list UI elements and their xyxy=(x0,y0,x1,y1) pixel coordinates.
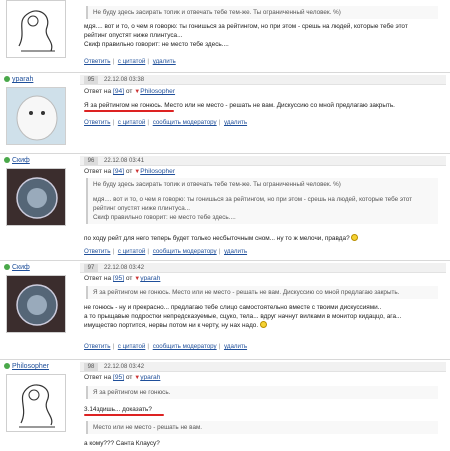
post-actions: Ответить | с цитатой | сообщить модератору… xyxy=(84,119,248,126)
user-icon xyxy=(4,157,10,163)
red-underline-annotation xyxy=(84,414,164,416)
post-date: 22.12.08 03:41 xyxy=(104,158,145,164)
reply-link[interactable]: Ответить xyxy=(84,119,110,126)
quote-text: мдя.... вот и то, о чем я говорю: ты гон… xyxy=(93,196,413,203)
orb-avatar-image xyxy=(7,276,65,332)
reply-quote-link[interactable]: с цитатой xyxy=(118,119,146,126)
reply-to-line: Ответ на [94] от ▼Philosopher xyxy=(84,168,176,175)
post-text: 3.14здишь... доказать? xyxy=(84,406,152,413)
avatar xyxy=(6,374,66,432)
reply-to-post-link[interactable]: [95] xyxy=(113,275,124,282)
post-text-line: рейтинг опустят ниже плинтуса... xyxy=(84,32,183,39)
delete-link[interactable]: удалить xyxy=(224,248,247,255)
reply-link[interactable]: Ответить xyxy=(84,58,110,65)
post-top: Не буду здесь засирать топик и отвечать … xyxy=(0,0,450,72)
reply-quote-link[interactable]: с цитатой xyxy=(118,343,146,350)
quote-block: Не буду здесь засирать топик и отвечать … xyxy=(86,178,438,224)
post-text-line: мдя.... вот и то, о чем я говорю: ты гон… xyxy=(84,23,408,30)
reply-to-user-link[interactable]: Philosopher xyxy=(140,88,175,95)
post-number[interactable]: 96 xyxy=(84,157,98,165)
avatar xyxy=(6,168,66,226)
post-text: по ходу рейт для него теперь будет тольк… xyxy=(84,234,440,243)
reply-to-user-link[interactable]: yparah xyxy=(140,275,160,282)
sketch-avatar-image xyxy=(18,10,55,52)
reply-link[interactable]: Ответить xyxy=(84,343,110,350)
reply-to-post-link[interactable]: [95] xyxy=(113,374,124,381)
post-date: 22.12.08 03:38 xyxy=(104,77,145,83)
reply-to-line: Ответ на [94] от ▼Philosopher xyxy=(84,88,176,95)
post-text: мдя.... вот и то, о чем я говорю: ты гон… xyxy=(84,22,440,49)
quote-text: Скиф правильно говорит: не место тебе зд… xyxy=(93,214,236,221)
post-98: Philosopher 98 22.12.08 03:42 Ответ на [… xyxy=(0,360,450,451)
username[interactable]: yparah xyxy=(4,76,33,83)
delete-link[interactable]: удалить xyxy=(224,119,247,126)
quote-block: Я за рейтингом не гонюсь. Место или не м… xyxy=(86,286,438,299)
reply-quote-link[interactable]: с цитатой xyxy=(118,248,146,255)
reply-to-post-link[interactable]: [94] xyxy=(113,88,124,95)
post-96: Скиф 96 22.12.08 03:41 Ответ на [94] от … xyxy=(0,154,450,260)
orb-avatar-image xyxy=(7,169,65,225)
post-number[interactable]: 98 xyxy=(84,363,98,371)
post-text: а кому??? Санта Клаусу? xyxy=(84,440,160,447)
post-text-line: а то прыщавые подростки непредсказуемые,… xyxy=(84,313,402,320)
post-meta: 95 22.12.08 03:38 xyxy=(80,75,446,85)
red-underline-annotation xyxy=(84,110,174,112)
username[interactable]: Скиф xyxy=(4,157,30,164)
post-number[interactable]: 95 xyxy=(84,76,98,84)
reply-link[interactable]: Ответить xyxy=(84,248,110,255)
username[interactable]: Скиф xyxy=(4,264,30,271)
reply-quote-link[interactable]: с цитатой xyxy=(118,58,146,65)
post-actions: Ответить | с цитатой | удалить xyxy=(84,58,176,65)
post-97: Скиф 97 22.12.08 03:42 Ответ на [95] от … xyxy=(0,261,450,359)
user-icon xyxy=(4,264,10,270)
post-meta: 98 22.12.08 03:42 xyxy=(80,362,446,372)
delete-link[interactable]: удалить xyxy=(224,343,247,350)
avatar xyxy=(6,275,66,333)
reply-to-line: Ответ на [95] от ▼yparah xyxy=(84,275,161,282)
post-actions: Ответить | с цитатой | сообщить модератору… xyxy=(84,248,248,255)
post-95: yparah 95 22.12.08 03:38 Ответ на [94] о… xyxy=(0,73,450,153)
smiley-icon xyxy=(351,234,359,241)
user-icon xyxy=(4,363,10,369)
report-link[interactable]: сообщить модератору xyxy=(153,248,217,255)
delete-link[interactable]: удалить xyxy=(153,58,176,65)
username[interactable]: Philosopher xyxy=(4,363,49,370)
post-text-line: имущество портится, нервы потом ни к чер… xyxy=(84,322,259,329)
reply-to-user-link[interactable]: yparah xyxy=(140,374,160,381)
post-meta: 96 22.12.08 03:41 xyxy=(80,156,446,166)
report-link[interactable]: сообщить модератору xyxy=(153,119,217,126)
report-link[interactable]: сообщить модератору xyxy=(153,343,217,350)
avatar xyxy=(6,87,66,145)
sketch-avatar-image xyxy=(19,384,55,428)
quote-block: Я за рейтингом не гонюсь. xyxy=(86,386,438,399)
quote-block: Место или не место - решать не вам. xyxy=(86,421,438,434)
ghost-avatar-image xyxy=(7,88,65,144)
reply-to-post-link[interactable]: [94] xyxy=(113,168,124,175)
post-actions: Ответить | с цитатой | сообщить модератору… xyxy=(84,343,248,350)
reply-to-user-link[interactable]: Philosopher xyxy=(140,168,175,175)
post-text-line: не гонюсь - ну и прекрасно... предлагаю … xyxy=(84,304,382,311)
post-text: не гонюсь - ну и прекрасно... предлагаю … xyxy=(84,303,440,330)
quote-block: Не буду здесь засирать топик и отвечать … xyxy=(86,6,438,19)
avatar xyxy=(6,0,66,58)
post-text: Я за рейтингом не гонюсь. Место или не м… xyxy=(84,102,395,109)
user-icon xyxy=(4,76,10,82)
quote-text: рейтинг опустят ниже плинтуса... xyxy=(93,205,190,212)
quote-text: Не буду здесь засирать топик и отвечать … xyxy=(93,181,341,188)
post-date: 22.12.08 03:42 xyxy=(104,364,145,370)
post-date: 22.12.08 03:42 xyxy=(104,265,145,271)
post-meta: 97 22.12.08 03:42 xyxy=(80,263,446,273)
post-text-line: Скиф правильно говорит: не место тебе зд… xyxy=(84,41,229,48)
reply-to-line: Ответ на [95] от ▼yparah xyxy=(84,374,161,381)
post-number[interactable]: 97 xyxy=(84,264,98,272)
smiley-icon xyxy=(259,321,267,328)
